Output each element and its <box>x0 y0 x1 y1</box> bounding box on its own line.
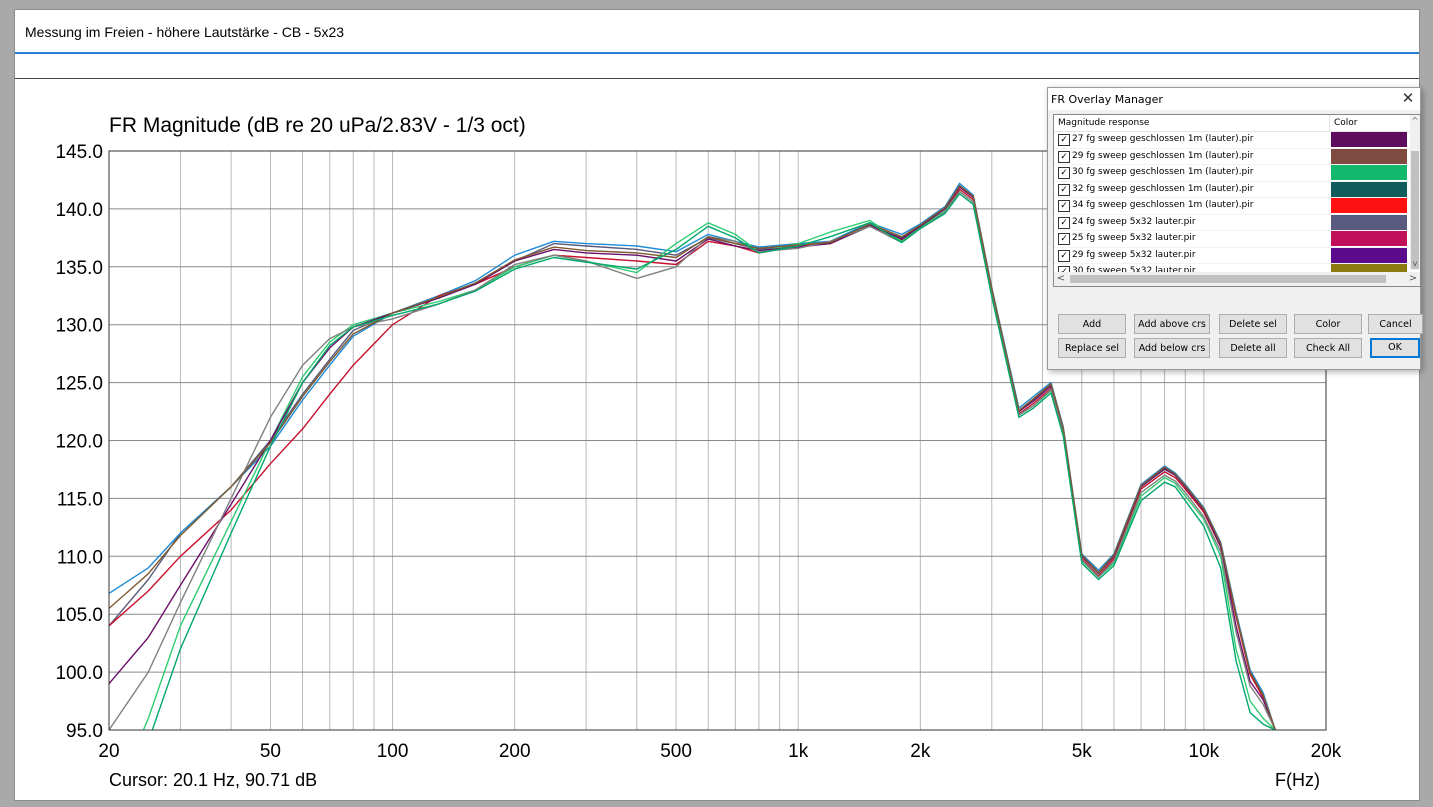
cursor-readout: Cursor: 20.1 Hz, 90.71 dB <box>109 770 317 790</box>
add-button[interactable]: Add <box>1058 314 1126 334</box>
item-name: 24 fg sweep 5x32 lauter.pir <box>1072 216 1196 227</box>
dialog-titlebar[interactable]: FR Overlay Manager ✕ <box>1048 88 1420 110</box>
x-tick-label: 5k <box>1072 741 1093 762</box>
x-tick-label: 100 <box>377 741 409 762</box>
y-tick-label: 145.0 <box>55 142 103 163</box>
item-name: 34 fg sweep geschlossen 1m (lauter).pir <box>1072 200 1254 210</box>
window-title: Messung im Freien - höhere Lautstärke - … <box>25 24 345 40</box>
list-item[interactable]: ✓ 29 fg sweep geschlossen 1m (lauter).pir <box>1054 148 1410 165</box>
x-tick-labels: 20 50 100 200 500 1k 2k 5k 10k 20k <box>98 741 1341 762</box>
item-color-swatch[interactable] <box>1331 132 1407 147</box>
list-rows: ✓ 27 fg sweep geschlossen 1m (lauter).pir… <box>1054 132 1410 284</box>
item-color-swatch[interactable] <box>1331 148 1407 164</box>
item-checkbox[interactable]: ✓ <box>1058 200 1070 212</box>
item-color-swatch[interactable] <box>1331 214 1407 230</box>
x-tick-label: 50 <box>260 741 281 762</box>
y-tick-label: 130.0 <box>55 316 103 337</box>
toolbar-strip <box>15 54 1419 79</box>
item-name: 27 fg sweep geschlossen 1m (lauter).pir <box>1072 134 1254 144</box>
item-checkbox[interactable]: ✓ <box>1058 134 1070 146</box>
list-item[interactable]: ✓ 34 fg sweep geschlossen 1m (lauter).pir <box>1054 198 1410 215</box>
delete-all-button[interactable]: Delete all <box>1219 338 1287 358</box>
scroll-up-icon[interactable]: ^ <box>1410 115 1420 127</box>
item-color-swatch[interactable] <box>1331 231 1407 246</box>
list-item[interactable]: ✓ 27 fg sweep geschlossen 1m (lauter).pir <box>1054 132 1410 149</box>
y-tick-labels: 145.0 140.0 135.0 130.0 125.0 120.0 115.0 110.0… <box>55 142 103 742</box>
item-checkbox[interactable]: ✓ <box>1058 249 1070 262</box>
add-above-cursor-button[interactable]: Add above crs <box>1134 314 1210 334</box>
hscroll-thumb[interactable] <box>1070 275 1386 283</box>
y-tick-label: 110.0 <box>57 547 103 568</box>
item-name: 29 fg sweep 5x32 lauter.pir <box>1072 249 1196 260</box>
scroll-thumb[interactable] <box>1411 151 1419 269</box>
window-titlebar: Messung im Freien - höhere Lautstärke - … <box>15 10 1419 54</box>
item-color-swatch[interactable] <box>1331 165 1407 180</box>
color-button[interactable]: Color <box>1294 314 1362 334</box>
item-name: 29 fg sweep geschlossen 1m (lauter).pir <box>1072 150 1254 161</box>
y-tick-label: 125.0 <box>55 374 103 395</box>
dialog-title: FR Overlay Manager <box>1051 93 1163 106</box>
scroll-left-icon[interactable]: < <box>1054 272 1068 286</box>
item-checkbox[interactable]: ✓ <box>1058 150 1070 163</box>
ok-button[interactable]: OK <box>1370 338 1420 358</box>
list-item[interactable]: ✓ 24 fg sweep 5x32 lauter.pir <box>1054 214 1410 231</box>
y-tick-label: 120.0 <box>55 432 103 453</box>
list-item[interactable]: ✓ 25 fg sweep 5x32 lauter.pir <box>1054 231 1410 248</box>
list-item[interactable]: ✓ 29 fg sweep 5x32 lauter.pir <box>1054 247 1410 264</box>
fr-overlay-manager-dialog[interactable]: FR Overlay Manager ✕ Magnitude response … <box>1047 87 1423 370</box>
x-tick-label: 10k <box>1189 741 1220 762</box>
delete-selected-button[interactable]: Delete sel <box>1219 314 1287 334</box>
item-color-swatch[interactable] <box>1331 181 1407 197</box>
add-below-cursor-button[interactable]: Add below crs <box>1134 338 1210 358</box>
scroll-right-icon[interactable]: > <box>1406 272 1420 286</box>
list-item[interactable]: ✓ 30 fg sweep geschlossen 1m (lauter).pir <box>1054 165 1410 182</box>
item-name: 32 fg sweep geschlossen 1m (lauter).pir <box>1072 183 1254 194</box>
horizontal-scrollbar[interactable]: < > <box>1054 272 1420 286</box>
x-tick-label: 200 <box>499 741 531 762</box>
y-tick-label: 100.0 <box>55 663 103 684</box>
item-checkbox[interactable]: ✓ <box>1058 167 1070 179</box>
column-header-response[interactable]: Magnitude response <box>1058 118 1149 128</box>
item-color-swatch[interactable] <box>1331 198 1407 213</box>
x-axis-label: F(Hz) <box>1275 770 1320 790</box>
item-checkbox[interactable]: ✓ <box>1058 233 1070 245</box>
scroll-down-icon[interactable]: v <box>1410 258 1420 270</box>
close-icon[interactable]: ✕ <box>1399 89 1417 107</box>
x-tick-label: 1k <box>788 741 809 762</box>
replace-selected-button[interactable]: Replace sel <box>1058 338 1126 358</box>
y-tick-label: 135.0 <box>55 258 103 279</box>
chart-title: FR Magnitude (dB re 20 uPa/2.83V - 1/3 o… <box>109 114 526 137</box>
item-checkbox[interactable]: ✓ <box>1058 183 1070 196</box>
x-tick-label: 20 <box>98 741 119 762</box>
column-header-color[interactable]: Color <box>1334 118 1358 128</box>
y-tick-label: 140.0 <box>55 200 103 221</box>
cancel-button[interactable]: Cancel <box>1368 314 1423 334</box>
x-tick-label: 2k <box>910 741 931 762</box>
item-color-swatch[interactable] <box>1331 247 1407 263</box>
y-tick-label: 105.0 <box>55 605 103 626</box>
x-tick-label: 500 <box>660 741 692 762</box>
x-tick-label: 20k <box>1311 741 1342 762</box>
list-header: Magnitude response Color <box>1054 115 1410 132</box>
item-checkbox[interactable]: ✓ <box>1058 216 1070 229</box>
y-tick-label: 115.0 <box>57 489 103 510</box>
item-name: 30 fg sweep geschlossen 1m (lauter).pir <box>1072 167 1254 177</box>
check-all-button[interactable]: Check All <box>1294 338 1362 358</box>
y-tick-label: 95.0 <box>66 721 103 742</box>
list-item[interactable]: ✓ 32 fg sweep geschlossen 1m (lauter).pir <box>1054 181 1410 198</box>
overlay-list[interactable]: Magnitude response Color ✓ 27 fg sweep ge… <box>1053 114 1421 287</box>
item-name: 25 fg sweep 5x32 lauter.pir <box>1072 233 1196 243</box>
column-separator <box>1329 115 1330 131</box>
vertical-scrollbar[interactable]: ^ v <box>1410 115 1420 270</box>
